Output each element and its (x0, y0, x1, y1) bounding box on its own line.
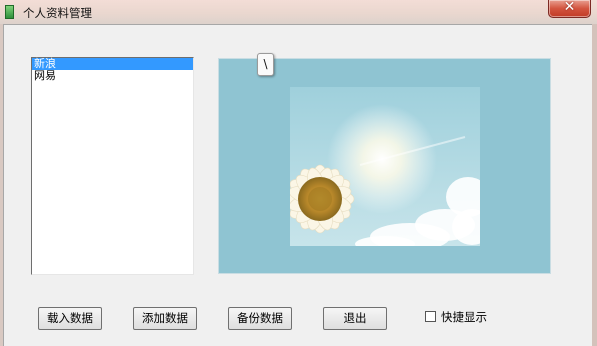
site-listbox[interactable]: 新浪 网易 (31, 57, 194, 275)
app-icon (5, 5, 14, 19)
load-data-button[interactable]: 载入数据 (38, 307, 102, 330)
list-item[interactable]: 新浪 (32, 58, 193, 70)
window-title: 个人资料管理 (23, 6, 92, 20)
sunflower-photo (290, 87, 480, 246)
quick-display-label: 快捷显示 (441, 310, 487, 324)
quick-display-checkbox[interactable] (425, 311, 436, 322)
window-frame-right (592, 24, 597, 346)
exit-button[interactable]: 退出 (323, 307, 387, 330)
title-bar[interactable]: 个人资料管理 ✕ (0, 0, 597, 24)
close-icon: ✕ (563, 0, 576, 15)
picture-tab[interactable]: \ (257, 53, 274, 76)
backup-data-button[interactable]: 备份数据 (228, 307, 292, 330)
list-item[interactable]: 网易 (32, 70, 193, 82)
close-button[interactable]: ✕ (548, 0, 591, 18)
add-data-button[interactable]: 添加数据 (133, 307, 197, 330)
